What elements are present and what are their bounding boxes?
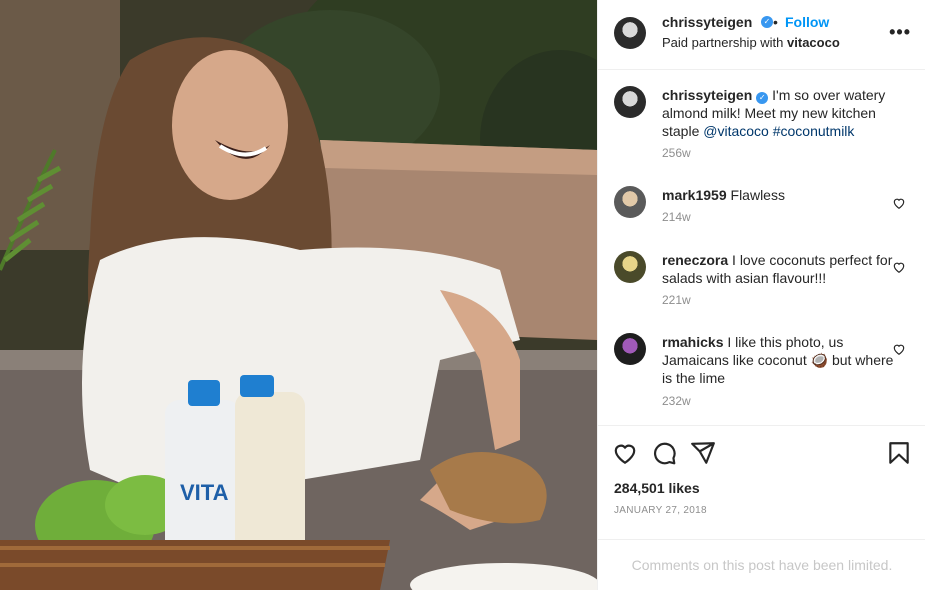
comment-time[interactable]: 214w bbox=[662, 210, 691, 224]
avatar[interactable] bbox=[614, 251, 646, 283]
comment-username[interactable]: reneczora bbox=[662, 252, 728, 268]
partnership-label: Paid partnership with vitacoco bbox=[662, 35, 840, 50]
comment-text: reneczora I love coconuts perfect for sa… bbox=[662, 251, 894, 287]
comment-time[interactable]: 232w bbox=[662, 394, 691, 408]
post-panel: chrissyteigen ✓ • Follow Paid partnershi… bbox=[597, 0, 925, 590]
post-photo[interactable]: VITA bbox=[0, 0, 597, 590]
heart-icon[interactable] bbox=[892, 342, 906, 356]
avatar[interactable] bbox=[614, 86, 646, 118]
header-username[interactable]: chrissyteigen bbox=[662, 14, 752, 30]
comment-username[interactable]: mark1959 bbox=[662, 187, 727, 203]
comments-limited-notice: Comments on this post have been limited. bbox=[598, 539, 925, 590]
bookmark-icon[interactable] bbox=[886, 440, 912, 466]
avatar[interactable] bbox=[614, 17, 646, 49]
comment-text: rmahicks I like this photo, us Jamaicans… bbox=[662, 333, 894, 387]
like-count[interactable]: 284,501 likes bbox=[614, 480, 700, 496]
comment-body: Flawless bbox=[730, 187, 785, 203]
caption-text: chrissyteigen ✓ I'm so over watery almond… bbox=[662, 86, 894, 140]
svg-text:VITA: VITA bbox=[180, 480, 229, 505]
partnership-prefix: Paid partnership with bbox=[662, 35, 784, 50]
verified-icon: ✓ bbox=[756, 92, 769, 104]
mention-link[interactable]: @vitacoco bbox=[703, 123, 769, 139]
comment-username[interactable]: rmahicks bbox=[662, 334, 723, 350]
action-bar: 284,501 likes JANUARY 27, 2018 bbox=[598, 425, 925, 539]
more-icon[interactable]: ••• bbox=[889, 22, 911, 43]
post-header: chrissyteigen ✓ • Follow Paid partnershi… bbox=[598, 0, 925, 70]
instagram-post: VITA chrissyteigen ✓ • Follow Paid partn… bbox=[0, 0, 925, 590]
avatar[interactable] bbox=[614, 333, 646, 365]
heart-icon[interactable] bbox=[892, 260, 906, 274]
partner-link[interactable]: vitacoco bbox=[787, 35, 840, 50]
caption-username[interactable]: chrissyteigen bbox=[662, 87, 752, 103]
heart-icon[interactable] bbox=[612, 440, 638, 466]
comment-icon[interactable] bbox=[651, 440, 677, 466]
heart-icon[interactable] bbox=[892, 196, 906, 210]
share-icon[interactable] bbox=[690, 440, 716, 466]
caption-time[interactable]: 256w bbox=[662, 146, 691, 160]
separator-dot: • bbox=[773, 14, 778, 30]
comment-text: mark1959 Flawless bbox=[662, 186, 894, 204]
follow-button[interactable]: Follow bbox=[785, 14, 829, 30]
photo-illustration: VITA bbox=[0, 0, 597, 590]
hashtag-link[interactable]: #coconutmilk bbox=[773, 123, 855, 139]
comment-time[interactable]: 221w bbox=[662, 293, 691, 307]
post-date[interactable]: JANUARY 27, 2018 bbox=[614, 505, 707, 516]
verified-icon: ✓ bbox=[761, 16, 773, 28]
avatar[interactable] bbox=[614, 186, 646, 218]
